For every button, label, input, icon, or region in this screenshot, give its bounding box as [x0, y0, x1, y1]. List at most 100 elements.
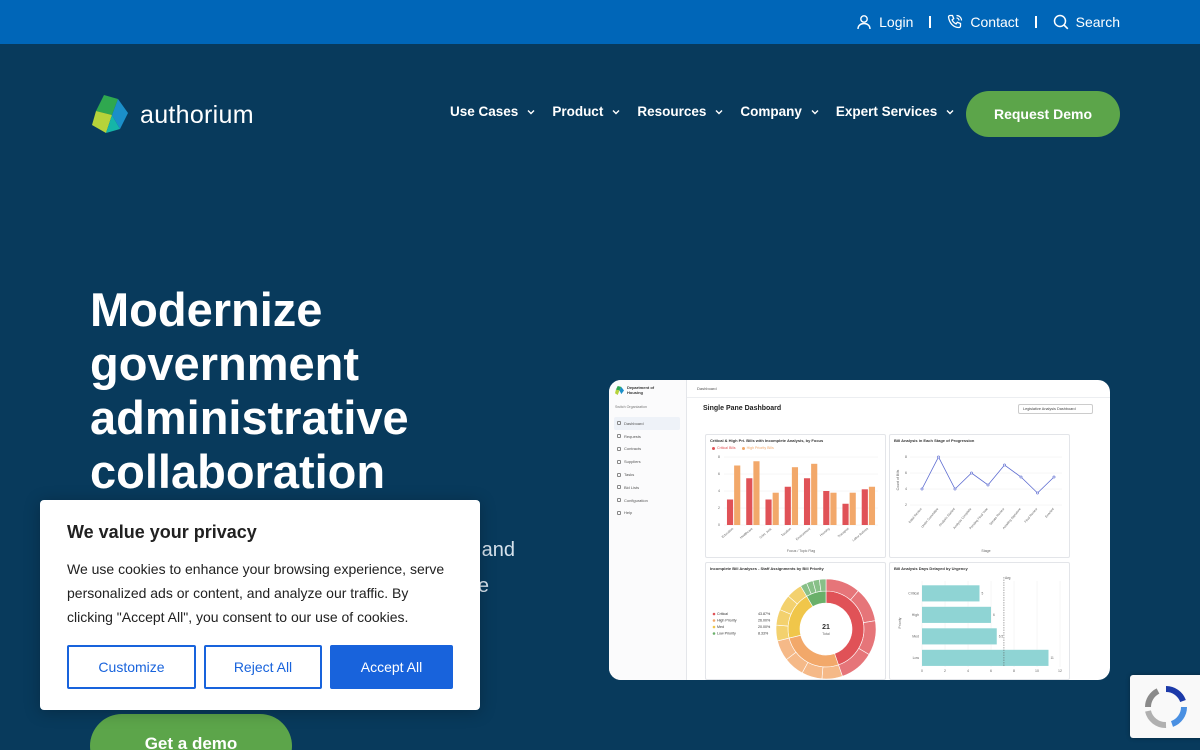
bar-critical [803, 478, 811, 525]
hero-title-line: Modernize [90, 283, 323, 336]
line-point [1019, 475, 1023, 479]
dash-nav-label: Contracts [624, 446, 642, 452]
dash-nav-item[interactable]: Dashboard [614, 417, 680, 430]
nav-label: Expert Services [835, 104, 938, 119]
y-axis-label: Priority [898, 617, 902, 628]
y-tick-label: High [912, 613, 919, 617]
nav-use-cases[interactable]: Use Cases [450, 104, 536, 119]
contact-link[interactable]: Contact [947, 14, 1019, 30]
contact-label: Contact [970, 14, 1019, 30]
dashboard-select[interactable]: Legislative Analysis Dashboard [1018, 404, 1093, 414]
chevron-down-icon [811, 109, 819, 114]
dashboard-nav: Dashboard Requests Contracts Suppliers T… [614, 417, 680, 519]
hbar-value: 5 [982, 592, 984, 596]
dash-nav-label: Suppliers [624, 459, 641, 465]
dash-nav-label: Configuration [624, 497, 648, 503]
nav-label: Resources [637, 104, 707, 119]
donut-center-value: 21 [822, 624, 830, 631]
x-tick-label: 2 [944, 669, 946, 673]
donut-slice-outer [821, 664, 843, 680]
donut-chart-panel: Incomplete Bill Analyses - Staff Assignm… [705, 562, 886, 680]
logo-mark-icon [92, 95, 128, 133]
hero-title-line: administrative [90, 391, 409, 444]
dash-nav-item[interactable]: Help [614, 507, 680, 520]
hbar-value: 11 [1051, 656, 1055, 660]
bar-critical [842, 503, 849, 525]
nav-resources[interactable]: Resources [637, 104, 724, 119]
legend-pct: 43.87% [758, 612, 771, 616]
authorium-logo[interactable]: authorium [90, 93, 254, 137]
hbar-value: 6 [993, 613, 995, 617]
legend-label: Low Priority [717, 632, 736, 636]
x-tick-label: Under Committee [920, 507, 939, 529]
search-link[interactable]: Search [1053, 14, 1120, 30]
dash-nav-label: Requests [624, 433, 641, 439]
y-tick-label: 6 [905, 471, 907, 475]
nav-item-icon [617, 472, 621, 477]
line-point [1052, 475, 1056, 479]
chevron-down-icon [527, 109, 535, 114]
x-tick-label: Senate Review [988, 507, 1005, 527]
nav-company[interactable]: Company [740, 104, 820, 119]
bar-high [734, 465, 741, 525]
login-link[interactable]: Login [856, 14, 913, 30]
y-tick-label: 6 [718, 472, 720, 476]
search-label: Search [1075, 14, 1120, 30]
hbar-value: 6.5 [999, 635, 1004, 639]
dash-nav-label: Help [624, 510, 633, 516]
dashboard-breadcrumb: Dashboard [697, 386, 717, 391]
separator [929, 16, 932, 28]
x-tick-label: Analysis Started [938, 507, 956, 527]
line-point [1036, 491, 1039, 495]
dash-nav-item[interactable]: Suppliers [614, 455, 680, 468]
bar-high [849, 492, 856, 525]
nav-expert-services[interactable]: Expert Services [836, 104, 955, 119]
customize-button[interactable]: Customize [67, 645, 196, 689]
dash-nav-label: Dashboard [624, 420, 644, 426]
y-tick-label: 2 [718, 506, 720, 510]
legend-label: Med [717, 625, 724, 629]
x-tick-label: 0 [921, 669, 923, 673]
x-tick-label: 4 [967, 669, 969, 673]
dash-nav-item[interactable]: Tasks [614, 468, 680, 481]
bar-critical [726, 499, 734, 525]
bar-critical [861, 489, 868, 525]
reject-all-button[interactable]: Reject All [204, 645, 322, 689]
recaptcha-badge[interactable] [1130, 675, 1200, 738]
accept-all-button[interactable]: Accept All [330, 645, 453, 689]
y-axis-label: Count of Bills [896, 469, 900, 490]
dash-nav-item[interactable]: Requests [614, 430, 680, 443]
y-tick-label: 2 [905, 503, 907, 507]
hero-title: Modernize government administrative coll… [90, 283, 530, 499]
x-tick-label: Housing [819, 527, 831, 538]
line-point [970, 471, 973, 475]
request-demo-button[interactable]: Request Demo [966, 91, 1120, 137]
line-chart: 2 4 6 8 Initial ReviewUnder CommitteeAnalysi… [896, 455, 1062, 553]
get-demo-button[interactable]: Get a demo [90, 714, 292, 750]
x-tick-label: Final Review [1023, 507, 1038, 524]
dash-nav-item[interactable]: Configuration [614, 494, 680, 507]
x-tick-label: 8 [1013, 669, 1015, 673]
dash-nav-item[interactable]: Bid Lists [614, 481, 680, 494]
dash-nav-item[interactable]: Contracts [614, 443, 680, 456]
bar-critical [746, 478, 753, 525]
switch-org[interactable]: Switch Organization [615, 405, 647, 409]
donut-chart: 21Total Critical 43.87% High Priority 26.00%… [712, 578, 877, 680]
bar-chart-panel: Critical & High Pri. Bills with Incomple… [705, 434, 886, 558]
donut-center-label: Total [822, 632, 830, 636]
hero-title-line: government [90, 337, 359, 390]
y-tick-label: Med [912, 635, 919, 639]
x-tick-label: Education [721, 527, 735, 539]
hbar [922, 585, 980, 602]
legend-pct: 20.00% [758, 625, 771, 629]
top-utility-bar: Login Contact Search [0, 0, 1200, 44]
legend-dot [712, 612, 716, 616]
bar-high [753, 461, 760, 525]
nav-label: Use Cases [450, 104, 519, 119]
main-nav: Use Cases Product Resources Company Expe… [450, 104, 955, 119]
nav-product[interactable]: Product [552, 104, 621, 119]
y-tick-label: 0 [718, 523, 720, 527]
bar-high [811, 463, 818, 525]
chevron-down-icon [612, 109, 620, 114]
bar-high [791, 467, 799, 525]
